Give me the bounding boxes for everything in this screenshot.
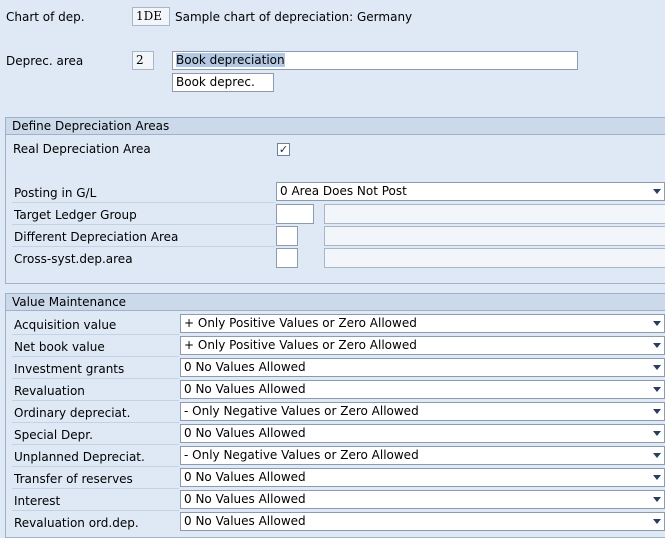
- real-depreciation-area-label: Real Depreciation Area: [13, 142, 151, 156]
- row-divider: [12, 378, 179, 379]
- row-divider: [12, 510, 179, 511]
- value-maintenance-row-select[interactable]: 0 No Values Allowed: [180, 512, 665, 531]
- deprec-area-field[interactable]: 2: [132, 51, 154, 70]
- value-maintenance-row-value: 0 No Values Allowed: [184, 426, 306, 440]
- value-maintenance-row-select[interactable]: 0 No Values Allowed: [180, 468, 665, 487]
- row-divider: [12, 356, 179, 357]
- value-maintenance-row-select[interactable]: 0 No Values Allowed: [180, 358, 665, 377]
- posting-in-gl-label: Posting in G/L: [14, 186, 97, 200]
- row-divider: [12, 488, 179, 489]
- value-maintenance-row-value: 0 No Values Allowed: [184, 382, 306, 396]
- different-depreciation-area-field[interactable]: [276, 226, 298, 246]
- value-maintenance-row-select[interactable]: 0 No Values Allowed: [180, 490, 665, 509]
- value-maintenance-row-label: Revaluation ord.dep.: [14, 516, 139, 530]
- row-divider: [12, 444, 179, 445]
- deprec-area-short-name-field[interactable]: Book deprec.: [172, 73, 274, 92]
- value-maintenance-row-select[interactable]: - Only Negative Values or Zero Allowed: [180, 446, 665, 465]
- value-maintenance-row-select[interactable]: + Only Positive Values or Zero Allowed: [180, 314, 665, 333]
- real-depreciation-area-checkbox[interactable]: ✓: [277, 143, 290, 156]
- value-maintenance-row-value: - Only Negative Values or Zero Allowed: [184, 404, 419, 418]
- value-maintenance-row-label: Interest: [14, 494, 61, 508]
- row-divider: [12, 466, 179, 467]
- deprec-area-label: Deprec. area: [6, 54, 84, 68]
- value-maintenance-row-select[interactable]: + Only Positive Values or Zero Allowed: [180, 336, 665, 355]
- value-maintenance-row-value: 0 No Values Allowed: [184, 492, 306, 506]
- value-maintenance-row-label: Special Depr.: [14, 428, 93, 442]
- row-divider: [12, 400, 179, 401]
- chevron-down-icon: [653, 519, 661, 524]
- chart-of-dep-description: Sample chart of depreciation: Germany: [175, 10, 413, 24]
- define-depreciation-areas-title: Define Depreciation Areas: [6, 118, 665, 135]
- value-maintenance-row-value: + Only Positive Values or Zero Allowed: [184, 338, 417, 352]
- value-maintenance-row-select[interactable]: 0 No Values Allowed: [180, 380, 665, 399]
- chevron-down-icon: [653, 409, 661, 414]
- value-maintenance-row-select[interactable]: - Only Negative Values or Zero Allowed: [180, 402, 665, 421]
- chevron-down-icon: [653, 453, 661, 458]
- chart-of-dep-label: Chart of dep.: [6, 10, 85, 24]
- value-maintenance-title: Value Maintenance: [6, 294, 665, 311]
- chevron-down-icon: [653, 387, 661, 392]
- value-maintenance-row-label: Revaluation: [14, 384, 85, 398]
- chevron-down-icon: [653, 475, 661, 480]
- chevron-down-icon: [653, 343, 661, 348]
- chart-of-dep-field[interactable]: 1DE: [132, 7, 170, 26]
- chevron-down-icon: [653, 431, 661, 436]
- chevron-down-icon: [653, 497, 661, 502]
- value-maintenance-row-label: Transfer of reserves: [14, 472, 133, 486]
- value-maintenance-row-label: Unplanned Depreciat.: [14, 450, 145, 464]
- chevron-down-icon: [653, 321, 661, 326]
- value-maintenance-row-value: 0 No Values Allowed: [184, 470, 306, 484]
- value-maintenance-row-value: 0 No Values Allowed: [184, 360, 306, 374]
- target-ledger-group-label: Target Ledger Group: [14, 208, 137, 222]
- cross-syst-dep-area-field[interactable]: [276, 248, 298, 268]
- value-maintenance-row-value: + Only Positive Values or Zero Allowed: [184, 316, 417, 330]
- value-maintenance-row-label: Acquisition value: [14, 318, 117, 332]
- value-maintenance-row-select[interactable]: 0 No Values Allowed: [180, 424, 665, 443]
- value-maintenance-row-value: 0 No Values Allowed: [184, 514, 306, 528]
- chevron-down-icon: [653, 365, 661, 370]
- target-ledger-group-field[interactable]: [276, 204, 314, 224]
- chevron-down-icon: [653, 189, 661, 194]
- value-maintenance-row-value: - Only Negative Values or Zero Allowed: [184, 448, 419, 462]
- deprec-area-name-text: Book depreciation: [176, 53, 285, 67]
- target-ledger-group-description: [324, 204, 665, 224]
- cross-syst-dep-area-label: Cross-syst.dep.area: [14, 252, 133, 266]
- different-depreciation-area-label: Different Depreciation Area: [14, 230, 179, 244]
- different-depreciation-area-description: [324, 226, 665, 246]
- posting-in-gl-value: 0 Area Does Not Post: [280, 184, 407, 198]
- row-divider: [12, 334, 179, 335]
- cross-syst-dep-area-description: [324, 248, 665, 268]
- value-maintenance-row-label: Investment grants: [14, 362, 125, 376]
- row-divider: [12, 422, 179, 423]
- deprec-area-name-field[interactable]: Book depreciation: [172, 51, 578, 70]
- posting-in-gl-select[interactable]: 0 Area Does Not Post: [276, 182, 665, 201]
- value-maintenance-row-label: Net book value: [14, 340, 105, 354]
- value-maintenance-row-label: Ordinary depreciat.: [14, 406, 131, 420]
